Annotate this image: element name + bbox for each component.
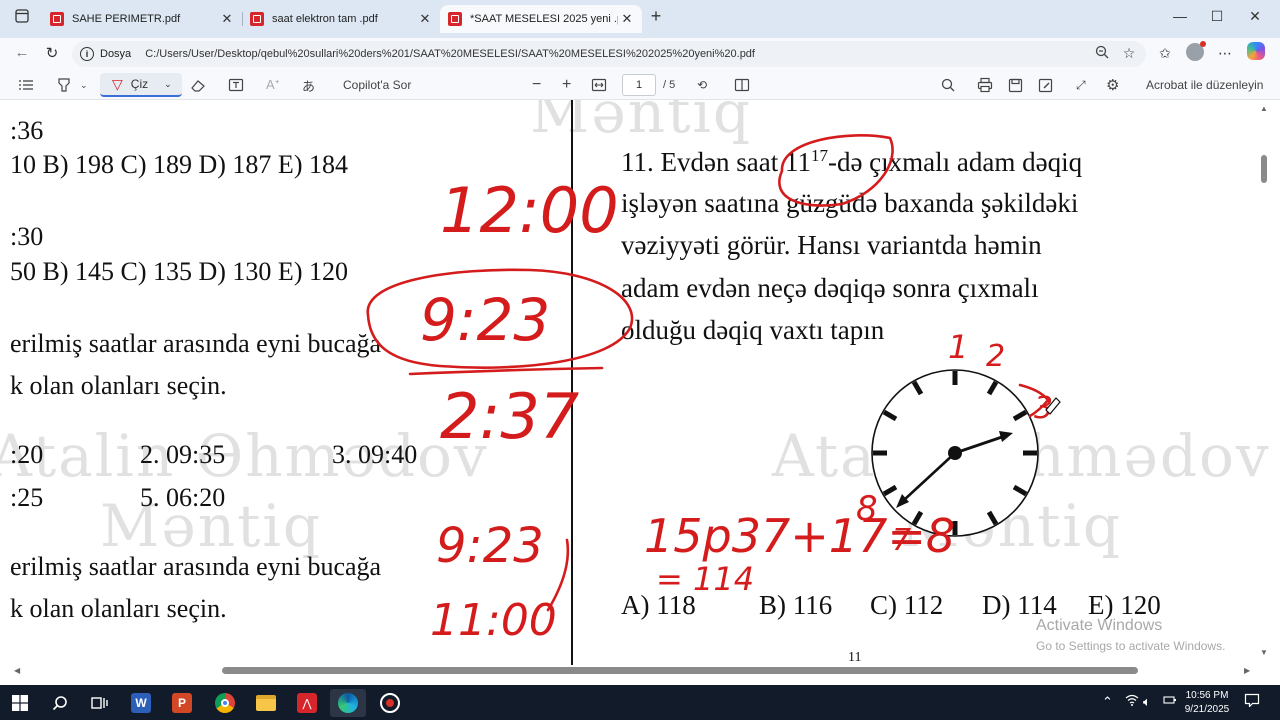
window-close-icon[interactable]: ✕: [1245, 8, 1265, 25]
save-icon[interactable]: [1008, 76, 1023, 94]
more-options-icon[interactable]: ⋯: [1215, 45, 1235, 62]
clock-time: 10:56 PM: [1185, 690, 1229, 701]
acrobat-app-icon[interactable]: ⋀: [289, 689, 325, 717]
close-icon[interactable]: ✕: [416, 11, 434, 27]
handwritten-note: 2: [986, 339, 1005, 374]
handwritten-note: 11:00: [430, 595, 557, 646]
close-icon[interactable]: ✕: [218, 11, 236, 27]
read-aloud-icon[interactable]: あ: [302, 76, 315, 94]
save-as-icon[interactable]: [1038, 76, 1053, 94]
page-total: / 5: [663, 79, 676, 91]
eraser-icon[interactable]: [190, 76, 206, 94]
fit-width-icon[interactable]: [591, 76, 607, 94]
handwritten-note: 9:23: [420, 286, 550, 354]
tab-saat-meselesi[interactable]: *SAAT MESELESI 2025 yeni .pdf ✕: [440, 5, 642, 33]
start-button[interactable]: [2, 689, 38, 717]
handwritten-note: 1: [948, 328, 968, 366]
minimize-icon[interactable]: —: [1170, 8, 1190, 24]
tab-saat-elektron[interactable]: saat elektron tam .pdf ✕: [242, 5, 440, 33]
handwritten-note: 9:23: [436, 518, 544, 574]
volume-icon[interactable]: 🔈︎: [1143, 694, 1151, 710]
taskbar: W P ⋀: [0, 685, 1280, 720]
acrobat-edit-button[interactable]: Acrobat ile düzenleyin: [1146, 76, 1263, 94]
handwritten-note: = 114: [656, 560, 754, 598]
favorites-icon[interactable]: ✩: [1155, 45, 1175, 62]
favorite-star-icon[interactable]: ☆: [1119, 45, 1139, 62]
vertical-scrollbar[interactable]: ▲ ▼: [1256, 100, 1270, 664]
close-icon[interactable]: ✕: [618, 11, 636, 27]
tab-sahe-perimetr[interactable]: SAHE PERIMETR.pdf ✕: [42, 5, 242, 33]
screen-recorder-icon[interactable]: [372, 689, 408, 717]
search-icon[interactable]: [941, 76, 955, 94]
pdf-icon: [50, 12, 64, 26]
network-icon[interactable]: [1125, 694, 1139, 709]
rotate-icon[interactable]: ⟲: [697, 76, 707, 94]
highlight-dropdown-icon[interactable]: ⌄: [80, 76, 88, 94]
page-number-input[interactable]: 1: [622, 74, 656, 96]
page-view-icon[interactable]: [734, 76, 750, 94]
print-icon[interactable]: [977, 76, 993, 94]
pen-icon: ▽: [112, 75, 123, 92]
text-size-icon[interactable]: Aᐩ: [266, 76, 280, 94]
highlight-icon[interactable]: [56, 76, 72, 94]
scroll-right-icon[interactable]: ▶: [1244, 666, 1250, 675]
address-bar-row: ← ↻ i Dosya C:/Users/User/Desktop/qebul%…: [0, 38, 1280, 70]
info-icon[interactable]: i: [80, 47, 94, 61]
vertical-scroll-thumb[interactable]: [1261, 155, 1267, 183]
zoom-in-icon[interactable]: +: [562, 76, 571, 94]
annotation-layer: 12:00 9:23 2:37 9:23 11:00 1 2 3 8 7 15p…: [366, 134, 1061, 646]
handwritten-note: 2:37: [440, 380, 579, 453]
text-box-icon[interactable]: [228, 76, 244, 94]
draw-label: Çiz: [130, 77, 149, 91]
activate-windows-subtitle: Go to Settings to activate Windows.: [1036, 639, 1226, 653]
word-app-icon[interactable]: W: [123, 689, 159, 717]
task-view-icon[interactable]: [82, 689, 118, 717]
notification-icon[interactable]: [1244, 693, 1260, 710]
scroll-left-icon[interactable]: ◀: [14, 666, 20, 675]
powerpoint-app-icon[interactable]: P: [164, 689, 200, 717]
settings-gear-icon[interactable]: ⚙: [1106, 76, 1119, 94]
scroll-down-icon[interactable]: ▼: [1260, 648, 1268, 657]
contents-icon[interactable]: [18, 76, 34, 94]
edge-app-icon[interactable]: [330, 689, 366, 717]
refresh-icon[interactable]: ↻: [42, 44, 62, 62]
zoom-icon[interactable]: [1092, 45, 1112, 62]
chrome-app-icon[interactable]: [207, 689, 243, 717]
horizontal-scroll-thumb[interactable]: [222, 667, 1138, 674]
tab-strip: SAHE PERIMETR.pdf ✕ saat elektron tam .p…: [0, 0, 1280, 38]
taskbar-clock[interactable]: 10:56 PM 9/21/2025: [1172, 689, 1242, 717]
copilot-ask-button[interactable]: Copilot'a Sor: [343, 76, 411, 94]
search-icon[interactable]: [42, 689, 78, 717]
tab-actions-icon[interactable]: [12, 9, 32, 26]
tab-title: saat elektron tam .pdf: [272, 13, 378, 25]
new-tab-button[interactable]: +: [646, 6, 666, 27]
chevron-down-icon[interactable]: ⌄: [164, 79, 172, 90]
activate-windows-title: Activate Windows: [1036, 617, 1163, 634]
pdf-viewer[interactable]: Məntiq Atalin Əhmədov Atalin Əhmədov Mən…: [0, 100, 1280, 685]
address-bar[interactable]: i Dosya C:/Users/User/Desktop/qebul%20su…: [72, 41, 1146, 67]
back-arrow-icon[interactable]: ←: [12, 44, 32, 61]
file-explorer-icon[interactable]: [248, 689, 284, 717]
maximize-icon[interactable]: ☐: [1207, 8, 1227, 25]
pdf-toolbar: ⌄ ▽ Çiz ⌄ Aᐩ あ Copilot'a Sor − + 1 / 5 ⟲…: [0, 70, 1280, 100]
copilot-icon[interactable]: [1247, 42, 1265, 60]
profile-avatar[interactable]: [1186, 41, 1206, 61]
draw-tool-button[interactable]: ▽ Çiz ⌄: [100, 73, 182, 97]
tab-title: SAHE PERIMETR.pdf: [72, 13, 181, 25]
clock-date: 9/21/2025: [1184, 704, 1230, 715]
pdf-icon: [250, 12, 264, 26]
handwritten-note: 12:00: [440, 174, 619, 247]
address-scheme: Dosya: [100, 48, 132, 60]
zoom-out-icon[interactable]: −: [532, 76, 541, 94]
tab-title: *SAAT MESELESI 2025 yeni .pdf: [470, 13, 618, 25]
scroll-up-icon[interactable]: ▲: [1260, 104, 1268, 113]
expand-icon[interactable]: ⤢: [1076, 76, 1086, 94]
show-hidden-icons[interactable]: ⌃: [1102, 694, 1113, 710]
pdf-icon: [448, 12, 462, 26]
address-url[interactable]: C:/Users/User/Desktop/qebul%20sullari%20…: [145, 48, 755, 60]
handwritten-note: 15p37+17=8: [644, 509, 955, 563]
